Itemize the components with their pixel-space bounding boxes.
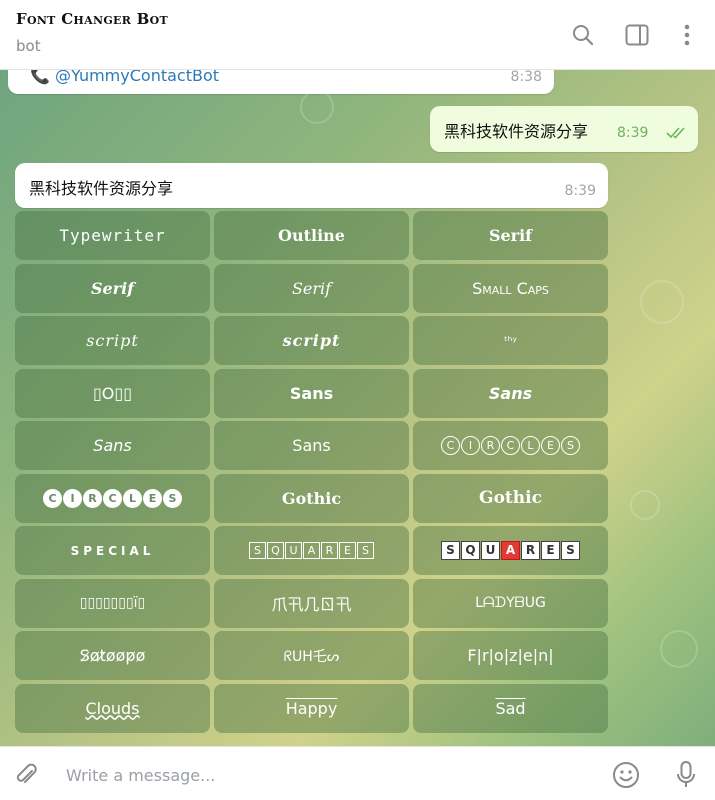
chat-area[interactable]: 📞 @YummyContactBot 8:38 黑科技软件资源分享 8:39 黑…	[0, 70, 715, 746]
font-button-squares-filled[interactable]: SQUARES	[413, 526, 608, 575]
font-button-serif-italic[interactable]: Serif	[214, 263, 409, 313]
font-button-tiny[interactable]: ᵗʰʸ	[413, 316, 608, 365]
emoji-icon[interactable]	[610, 759, 642, 791]
message-text: 黑科技软件资源分享	[29, 179, 174, 198]
chat-subtitle: bot	[16, 37, 41, 55]
font-button-happy[interactable]: Happy	[214, 683, 409, 733]
font-button-frozen[interactable]: F|r|o|z|e|n|	[413, 631, 608, 680]
font-button-sans-italic[interactable]: Sans	[15, 421, 210, 470]
background-doodle	[660, 630, 698, 668]
font-button-gothic-bold[interactable]: Gothic	[413, 473, 608, 523]
font-button-sans[interactable]: Sans	[214, 421, 409, 470]
font-button-sans-bold-italic[interactable]: Sans	[413, 368, 608, 418]
message-composer	[0, 746, 715, 800]
font-button-special[interactable]: SPECIAL	[15, 526, 210, 575]
font-button-serif-bold-italic[interactable]: Serif	[15, 263, 210, 313]
background-doodle	[630, 490, 660, 520]
font-button-script[interactable]: script	[15, 316, 210, 365]
background-doodle	[300, 90, 334, 124]
font-button-serif-bold[interactable]: Serif	[413, 211, 608, 260]
font-button-strikethrough[interactable]: S̷o̷t̷o̷o̷p̷o̷	[15, 631, 210, 680]
font-button-runes[interactable]: ᖇᑌᕼ乇ᔕ	[214, 631, 409, 680]
font-button-outline[interactable]: Outline	[214, 211, 409, 260]
font-button-asian[interactable]: 爪卂几ㄖ卂	[214, 578, 409, 628]
font-button-sad[interactable]: Sad	[413, 683, 608, 733]
attach-icon[interactable]	[10, 759, 42, 791]
message-input[interactable]	[64, 759, 588, 791]
font-button-clouds[interactable]: Clouds	[15, 683, 210, 733]
chat-header: Font Changer Bot bot	[0, 0, 715, 70]
search-icon[interactable]	[566, 18, 600, 52]
font-button-circles-filled[interactable]: CIRCLES	[15, 473, 210, 523]
background-doodle	[640, 280, 684, 324]
message-time: 8:38	[510, 70, 542, 85]
font-button-typewriter[interactable]: Typewriter	[15, 211, 210, 260]
font-button-circles[interactable]: CIRCLES	[413, 421, 608, 470]
font-button-unsupported-2[interactable]: ▯▯▯▯▯▯▯ï▯	[15, 578, 210, 628]
font-button-lady-bug[interactable]: ᒪᗩᗪYᗷᑌG	[413, 578, 608, 628]
message-time: 8:39	[564, 183, 596, 199]
font-button-small-caps[interactable]: Small Caps	[413, 263, 608, 313]
font-button-gothic[interactable]: Gothic	[214, 473, 409, 523]
more-vertical-icon[interactable]	[670, 18, 704, 52]
inline-keyboard: Typewriter Outline Serif Serif Serif Sma…	[15, 211, 608, 733]
font-button-unsupported[interactable]: ▯O▯▯	[15, 368, 210, 418]
font-button-script-bold[interactable]: script	[214, 316, 409, 365]
chat-title[interactable]: Font Changer Bot	[16, 10, 168, 28]
message-time: 8:39	[617, 125, 649, 141]
message-text[interactable]: 📞 @YummyContactBot	[30, 70, 219, 85]
font-button-squares[interactable]: SQUARES	[214, 526, 409, 575]
message-text: 黑科技软件资源分享	[444, 122, 589, 141]
message-bubble-incoming[interactable]: 📞 @YummyContactBot 8:38	[8, 70, 554, 94]
microphone-icon[interactable]	[670, 759, 702, 791]
message-bubble-incoming[interactable]: 黑科技软件资源分享 8:39	[15, 163, 608, 208]
font-button-sans-bold[interactable]: Sans	[214, 368, 409, 418]
message-bubble-outgoing[interactable]: 黑科技软件资源分享 8:39	[430, 106, 698, 152]
double-check-icon	[666, 125, 690, 144]
sidebar-toggle-icon[interactable]	[620, 18, 654, 52]
